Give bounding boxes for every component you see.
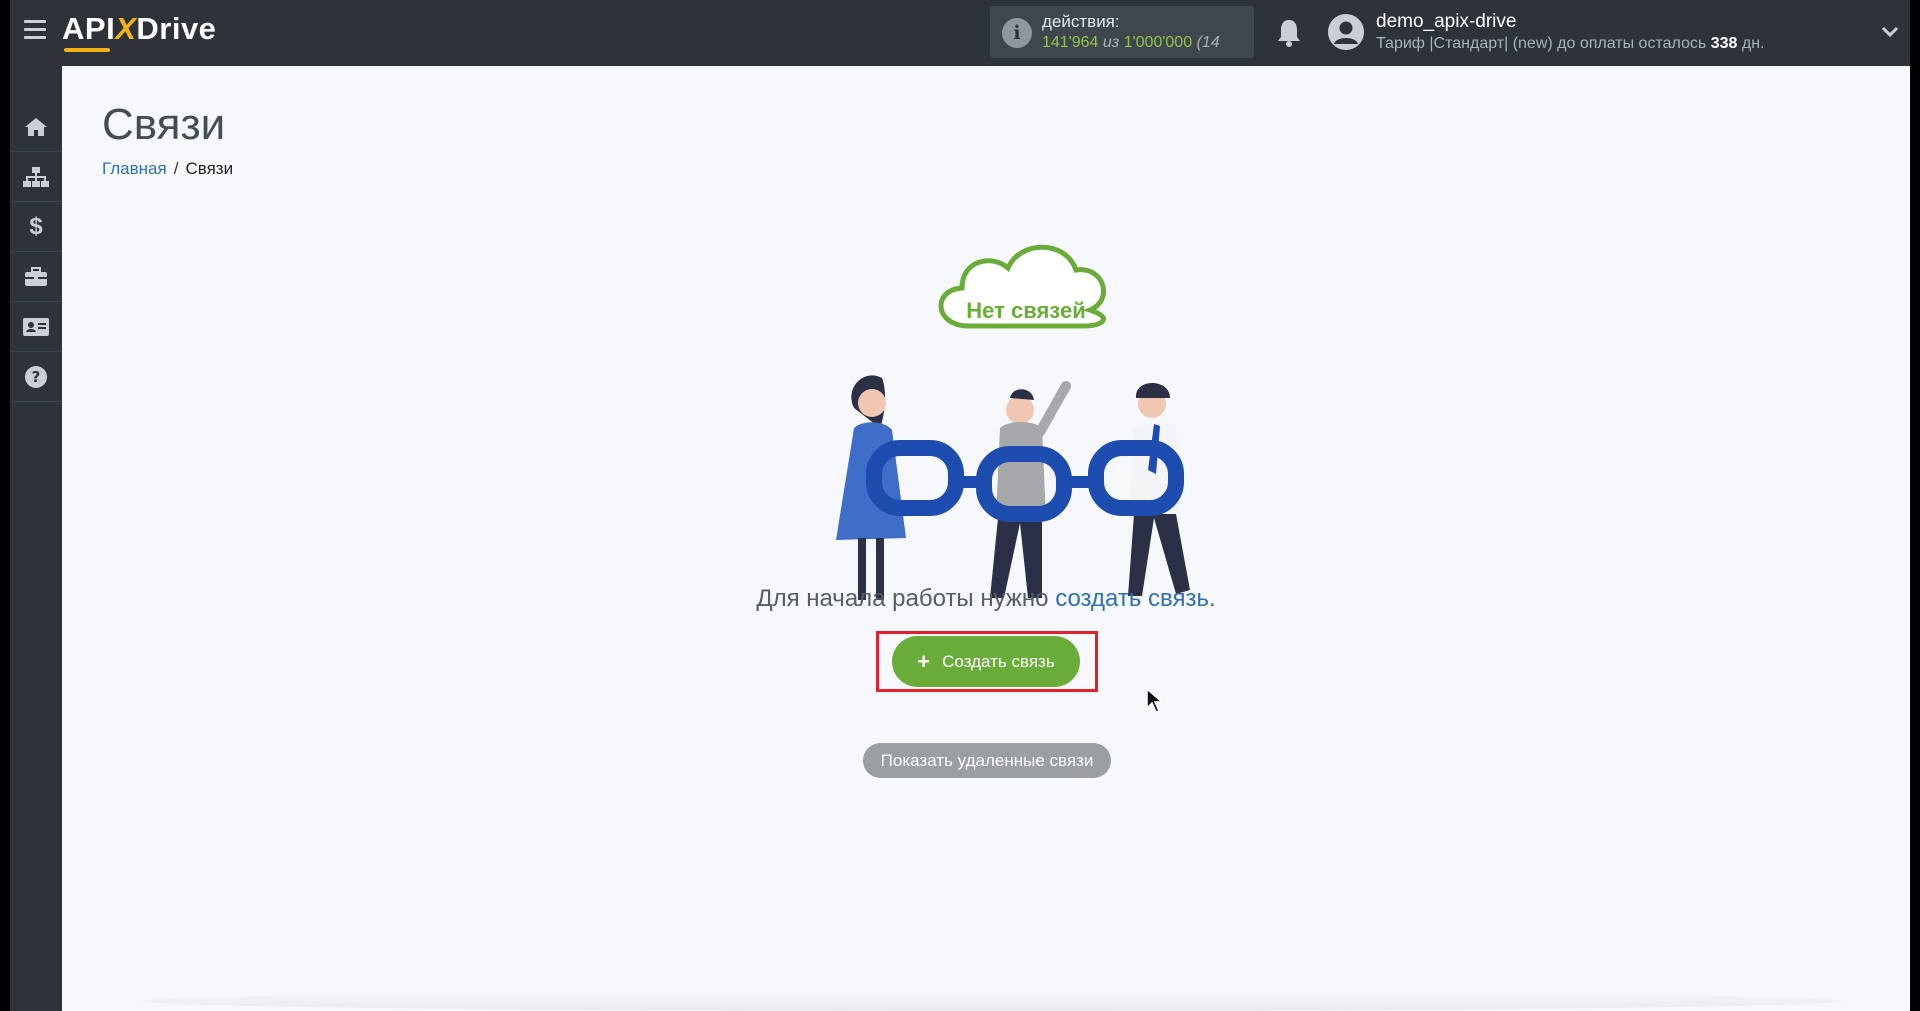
breadcrumb-home-link[interactable]: Главная [102,159,167,178]
briefcase-icon [25,266,47,286]
chevron-down-icon[interactable] [1880,22,1900,42]
main-content: Связи Главная / Связи Нет связей Для нач… [62,66,1910,1011]
app-window: APIXDrive i действия: 141'964 из 1'000'0… [0,0,1920,1011]
user-icon [1328,14,1364,50]
actions-label: действия: [1042,12,1120,31]
info-icon: i [1002,18,1032,48]
plus-icon: + [917,648,931,674]
person-middle [990,381,1071,598]
empty-state-prompt: Для начала работы нужно создать связь. [756,585,1216,612]
no-connections-illustration: Нет связей [836,244,1190,600]
tariff-info: Тариф |Стандарт| (new) до оплаты осталос… [1376,35,1765,52]
create-connection-link[interactable]: создать связь [1055,585,1209,612]
menu-icon[interactable] [24,20,46,42]
create-connection-button[interactable]: + Создать связь [892,636,1080,687]
actions-value: 141'964 из 1'000'000 (14 [1042,34,1220,51]
username[interactable]: demo_apix-drive [1376,11,1516,33]
help-icon: ? [25,365,47,388]
sitemap-icon [23,166,49,187]
cloud-text: Нет связей [966,298,1085,323]
avatar[interactable] [1328,14,1364,50]
sidebar: $ ? [10,66,62,1011]
svg-text:?: ? [32,368,41,386]
id-card-icon [23,317,49,336]
bell-icon[interactable] [1274,17,1304,49]
sidebar-item-profile[interactable] [10,302,62,352]
logo[interactable]: APIXDrive [62,11,216,47]
show-deleted-button[interactable]: Показать удаленные связи [863,743,1111,778]
mouse-cursor-icon [1146,688,1164,713]
sidebar-item-billing[interactable]: $ [10,202,62,252]
home-icon [25,117,47,136]
sidebar-item-help[interactable]: ? [10,352,62,402]
sidebar-item-services[interactable] [10,252,62,302]
actions-counter[interactable]: i действия: 141'964 из 1'000'000 (14 [990,6,1254,58]
dollar-icon: $ [29,212,43,240]
sidebar-item-home[interactable] [10,102,62,152]
top-bar: APIXDrive i действия: 141'964 из 1'000'0… [10,0,1910,66]
breadcrumb: Главная / Связи [102,159,234,178]
sidebar-item-connections[interactable] [10,152,62,202]
breadcrumb-current: Связи [185,159,234,178]
page-title: Связи [102,100,226,149]
